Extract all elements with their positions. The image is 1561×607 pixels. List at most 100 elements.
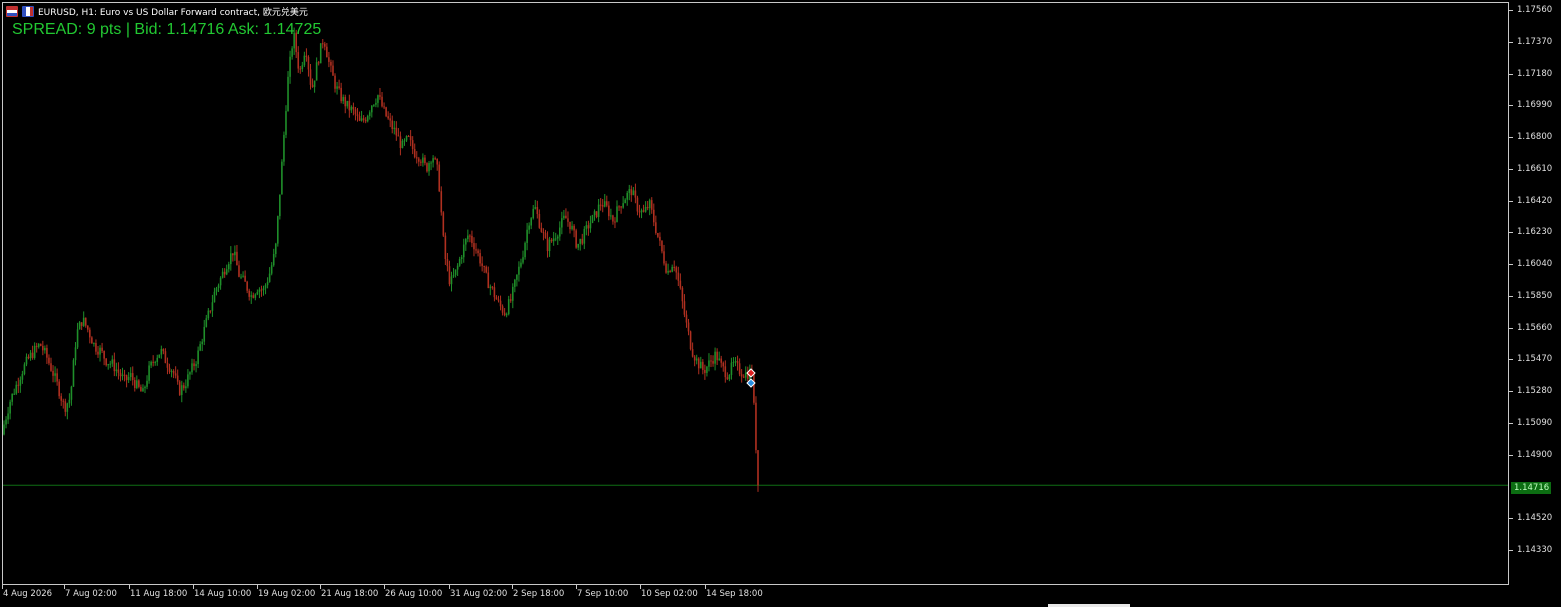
candle	[215, 286, 218, 296]
candle-body	[287, 76, 289, 112]
candle-body	[256, 291, 259, 295]
candle-body	[44, 347, 46, 351]
candle	[738, 358, 741, 377]
candle-body	[133, 380, 136, 389]
candle-body	[17, 384, 20, 386]
candle-body	[399, 136, 402, 148]
candle	[714, 347, 716, 371]
candle-body	[724, 366, 727, 378]
candle	[460, 254, 463, 264]
candle	[309, 64, 312, 90]
candle-body	[80, 322, 83, 326]
candle-body	[7, 413, 9, 420]
candle	[342, 94, 344, 105]
candle	[605, 195, 608, 208]
candle-body	[575, 230, 577, 248]
candle	[230, 246, 232, 271]
candle	[648, 198, 651, 216]
candle-body	[679, 280, 682, 288]
candle	[683, 294, 686, 318]
candle	[565, 208, 567, 219]
candle	[744, 366, 747, 381]
candle-body	[176, 375, 179, 382]
candle-body	[479, 253, 481, 264]
candle	[446, 253, 449, 272]
candle-body	[50, 363, 52, 371]
candle	[585, 221, 588, 236]
candle-body	[252, 295, 255, 298]
candle-body	[107, 364, 110, 366]
candle	[191, 358, 193, 375]
price-tick-mark	[1509, 41, 1513, 43]
candle-body	[507, 299, 510, 315]
price-tick: 1.16990	[1509, 100, 1561, 111]
candlestick-series[interactable]	[0, 0, 1509, 585]
candle-body	[111, 359, 114, 364]
candle	[146, 375, 148, 390]
time-tick-label: 19 Aug 02:00	[258, 589, 316, 599]
candle	[501, 304, 504, 316]
candle	[133, 377, 136, 392]
candle	[160, 345, 163, 359]
candle-body	[471, 235, 473, 244]
candle-body	[97, 351, 99, 355]
price-tick-label: 1.15090	[1517, 417, 1553, 428]
candle-body	[140, 386, 142, 392]
time-tick-label: 14 Aug 10:00	[194, 589, 252, 599]
candle	[544, 229, 547, 239]
candle	[626, 190, 629, 206]
candle	[129, 367, 132, 381]
candle-body	[485, 266, 488, 273]
candle-body	[375, 102, 377, 105]
candle	[516, 274, 518, 287]
chart-bars-icon[interactable]	[22, 5, 34, 17]
candle	[82, 311, 85, 328]
candle	[561, 211, 563, 235]
candle	[283, 131, 285, 166]
candle-body	[583, 228, 586, 244]
candle	[509, 293, 512, 303]
candle-body	[616, 206, 618, 222]
candle	[473, 237, 475, 257]
candle	[636, 195, 639, 216]
candle	[166, 357, 169, 375]
price-tick: 1.15660	[1509, 323, 1561, 334]
candle-body	[328, 57, 330, 62]
price-tick-mark	[1509, 422, 1513, 424]
candle	[340, 82, 342, 104]
candle	[180, 380, 183, 403]
candle-body	[123, 374, 126, 376]
candle-body	[469, 235, 471, 237]
candle	[407, 134, 410, 138]
candle	[591, 214, 594, 224]
candle	[693, 355, 696, 367]
price-tick: 1.15090	[1509, 417, 1561, 429]
candle-body	[548, 239, 551, 252]
candle-body	[516, 274, 518, 280]
candle-body	[170, 370, 173, 372]
candle	[401, 138, 404, 149]
candle	[313, 80, 316, 93]
candle-body	[736, 361, 739, 364]
candle-body	[628, 189, 631, 193]
price-tick-mark	[1509, 327, 1513, 329]
time-scale[interactable]: 4 Aug 2026 7 Aug 02:00 11 Aug 18:00 14 Aug …	[0, 585, 1509, 607]
chart-window[interactable]: EURUSD, H1: Euro vs US Dollar Forward co…	[0, 0, 1561, 607]
candle-body	[201, 341, 204, 345]
candle-body	[542, 231, 545, 234]
candle	[203, 319, 206, 346]
candle	[189, 371, 191, 380]
candle	[569, 221, 571, 234]
candle	[601, 198, 604, 213]
candle	[734, 357, 737, 367]
chart-grid-icon[interactable]	[6, 5, 18, 17]
candle	[571, 221, 573, 231]
candle	[86, 325, 89, 333]
candle	[19, 376, 22, 393]
price-scale[interactable]: 1.17560 1.17370 1.17180 1.16990 1.16800 1.166…	[1509, 0, 1561, 585]
candle	[375, 98, 377, 108]
candle	[119, 369, 122, 382]
candle	[646, 201, 649, 211]
price-tick: 1.15850	[1509, 291, 1561, 302]
candle-body	[195, 364, 197, 367]
